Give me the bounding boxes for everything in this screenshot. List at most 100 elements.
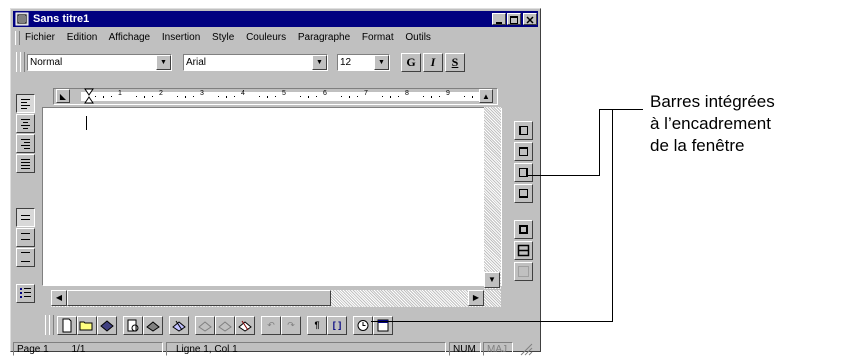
scroll-right-button[interactable]: ▶ xyxy=(468,290,484,306)
italic-button[interactable]: I xyxy=(423,53,443,72)
ruler-tick xyxy=(185,96,186,98)
frame-left-button[interactable] xyxy=(514,121,533,140)
new-document-button[interactable] xyxy=(57,316,77,335)
format-toolbar: Normal ▼ Arial ▼ 12 ▼ G I S xyxy=(13,49,538,75)
scroll-left-button[interactable]: ◀ xyxy=(51,290,67,306)
indent-marker-icon[interactable] xyxy=(84,88,94,106)
window-title: Sans titre1 xyxy=(33,13,90,25)
menu-style[interactable]: Style xyxy=(212,32,234,43)
callout-line-bottom-toolbar xyxy=(371,321,613,322)
menu-couleurs[interactable]: Couleurs xyxy=(246,32,286,43)
minimize-button[interactable] xyxy=(492,13,506,25)
style-select[interactable]: Normal ▼ xyxy=(27,54,172,71)
paste-button[interactable] xyxy=(235,316,255,335)
bold-button[interactable]: G xyxy=(401,53,421,72)
line-spacing-single-button[interactable] xyxy=(16,208,35,227)
frame-left-icon xyxy=(519,126,528,135)
ruler-number-1: 1 xyxy=(118,90,122,97)
line-spacing-onehalf-button[interactable] xyxy=(16,228,35,247)
ruler-scroll-button[interactable]: ▲ xyxy=(479,89,493,103)
ruler-ticks xyxy=(95,96,481,98)
menubar-grip[interactable] xyxy=(15,31,20,45)
minimize-icon xyxy=(496,22,502,24)
line-spacing-double-button[interactable] xyxy=(16,248,35,267)
horizontal-scrollbar[interactable]: ◀ ▶ xyxy=(51,290,501,307)
style-dropdown-arrow[interactable]: ▼ xyxy=(156,55,171,70)
format-toolbar-grip-2[interactable] xyxy=(20,52,25,72)
ruler-tick xyxy=(472,96,473,98)
frame-bottom-icon xyxy=(519,189,528,198)
frame-all-button[interactable] xyxy=(514,220,533,239)
menu-fichier[interactable]: Fichier xyxy=(25,32,55,43)
callout-text: Barres intégrées à l’encadrement de la f… xyxy=(650,91,775,157)
print-button[interactable] xyxy=(143,316,163,335)
menu-format[interactable]: Format xyxy=(362,32,394,43)
cut-button[interactable] xyxy=(195,316,215,335)
copy-button[interactable] xyxy=(215,316,235,335)
resize-grip-icon[interactable] xyxy=(520,343,534,356)
align-left-icon xyxy=(21,99,30,111)
print-preview-button[interactable] xyxy=(123,316,143,335)
menu-edition[interactable]: Edition xyxy=(67,32,98,43)
open-folder-button[interactable] xyxy=(77,316,97,335)
menu-insertion[interactable]: Insertion xyxy=(162,32,200,43)
frame-bottom-button[interactable] xyxy=(514,184,533,203)
frame-right-button[interactable] xyxy=(514,163,533,182)
save-button[interactable] xyxy=(97,316,117,335)
menu-affichage[interactable]: Affichage xyxy=(109,32,151,43)
status-maj-field: MAJ xyxy=(483,342,513,356)
justify-button[interactable] xyxy=(16,154,35,173)
menu-paragraphe[interactable]: Paragraphe xyxy=(298,32,350,43)
ruler-number-6: 6 xyxy=(323,90,327,97)
cut-icon xyxy=(198,321,212,332)
undo-button[interactable]: ↶ xyxy=(261,316,281,335)
vertical-scrollbar[interactable]: ▼ xyxy=(484,107,501,289)
standard-toolbar-grip-2[interactable] xyxy=(49,315,54,335)
spell-check-button[interactable] xyxy=(169,316,189,335)
ruler-tick xyxy=(300,96,301,97)
status-position-field: Ligne 1, Col 1 xyxy=(166,342,446,356)
frame-none-button[interactable] xyxy=(514,262,533,281)
size-dropdown-arrow[interactable]: ▼ xyxy=(374,55,389,70)
insert-time-button[interactable] xyxy=(353,316,373,335)
print-preview-icon xyxy=(127,319,139,332)
ruler-tick xyxy=(423,96,424,97)
menu-bar: Fichier Edition Affichage Insertion Styl… xyxy=(13,29,538,47)
open-folder-icon xyxy=(79,321,93,331)
ruler[interactable]: ◣ 1 2 3 4 5 6 7 8 9 10 ▲ xyxy=(53,88,498,105)
align-left-button[interactable] xyxy=(16,94,35,113)
ruler-tick xyxy=(152,96,153,97)
align-right-icon xyxy=(21,139,30,151)
document-app-icon[interactable] xyxy=(15,12,29,26)
size-select[interactable]: 12 ▼ xyxy=(337,54,390,71)
show-formatting-button[interactable]: ¶ xyxy=(307,316,327,335)
callout-line-right-toolbar xyxy=(527,175,600,176)
font-dropdown-arrow[interactable]: ▼ xyxy=(312,55,327,70)
ruler-tick xyxy=(341,96,342,97)
underline-button[interactable]: S xyxy=(445,53,465,72)
tab-stop-button[interactable]: ◣ xyxy=(56,89,70,103)
scroll-down-button[interactable]: ▼ xyxy=(484,272,500,288)
title-bar[interactable]: Sans titre1 xyxy=(13,11,538,27)
status-position: Ligne 1, Col 1 xyxy=(176,344,238,355)
frame-inner-button[interactable] xyxy=(514,241,533,260)
frame-top-button[interactable] xyxy=(514,142,533,161)
undo-icon: ↶ xyxy=(267,320,275,330)
ruler-strip[interactable]: 1 2 3 4 5 6 7 8 9 10 xyxy=(81,90,493,101)
font-select[interactable]: Arial ▼ xyxy=(183,54,328,71)
close-button[interactable] xyxy=(523,13,537,25)
insert-frame-button[interactable] xyxy=(373,316,393,335)
document-area[interactable] xyxy=(42,107,502,286)
align-center-button[interactable] xyxy=(16,114,35,133)
menu-outils[interactable]: Outils xyxy=(405,32,431,43)
right-frame-toolbar xyxy=(508,109,539,307)
redo-button[interactable]: ↷ xyxy=(281,316,301,335)
field-button[interactable]: [ ] xyxy=(327,316,347,335)
maximize-button[interactable] xyxy=(507,13,521,25)
bullet-list-button[interactable] xyxy=(16,284,35,303)
ruler-number-3: 3 xyxy=(200,90,204,97)
ruler-number-9: 9 xyxy=(446,90,450,97)
ruler-number-4: 4 xyxy=(241,90,245,97)
scroll-thumb[interactable] xyxy=(67,290,331,306)
align-right-button[interactable] xyxy=(16,134,35,153)
